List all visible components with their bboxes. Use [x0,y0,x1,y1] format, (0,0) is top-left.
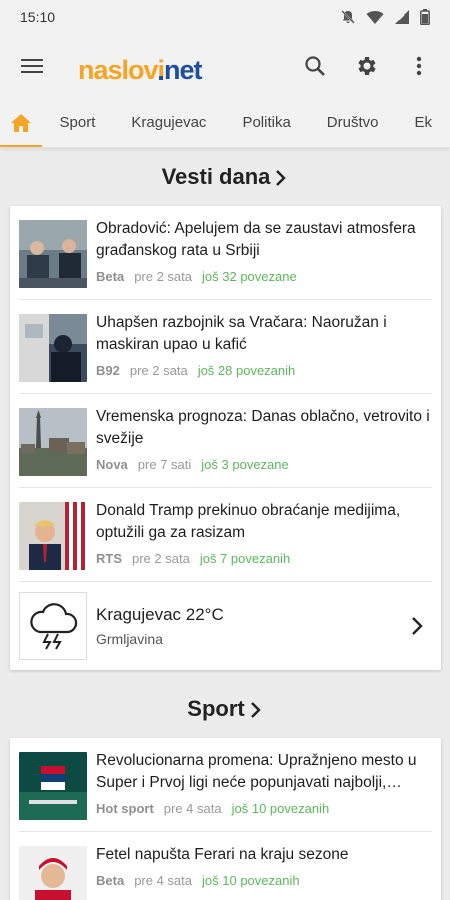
category-tabs: Sport Kragujevac Politika Društvo Ek [0,98,450,148]
news-source: B92 [96,363,120,378]
tab-sport[interactable]: Sport [42,98,114,147]
news-headline: Vremenska prognoza: Danas oblačno, vetro… [96,408,430,447]
news-thumbnail [19,314,87,382]
related-link[interactable]: još 32 povezane [202,269,297,284]
news-headline: Obradović: Apelujem da se zaustavi atmos… [96,220,416,259]
news-headline: Uhapšen razbojnik sa Vračara: Naoružan i… [96,314,387,353]
more-vert-icon [416,56,422,76]
section-header-sport[interactable]: Sport [0,680,450,738]
weather-widget[interactable]: Kragujevac 22°C Grmljavina [19,582,432,670]
logo-text-naslovi: naslovi [78,55,165,85]
news-time: pre 2 sata [129,363,188,378]
section-header-vesti-dana[interactable]: Vesti dana [0,148,450,206]
related-link[interactable]: još 10 povezanih [232,801,330,816]
overflow-menu-button[interactable] [396,43,442,89]
news-thumbnail [19,846,87,900]
news-item[interactable]: Obradović: Apelujem da se zaustavi atmos… [19,206,432,300]
related-link[interactable]: još 7 povezanih [200,551,290,566]
news-item[interactable]: Vremenska prognoza: Danas oblačno, vetro… [19,394,432,488]
weather-city-temp: Kragujevac 22°C [96,605,224,624]
news-headline: Fetel napušta Ferari na kraju sezone [96,846,349,863]
news-card-vesti-dana: Obradović: Apelujem da se zaustavi atmos… [10,206,441,670]
news-source: RTS [96,551,122,566]
menu-button[interactable] [10,44,54,88]
section-title: Vesti dana [161,164,271,189]
news-card-sport: Revolucionarna promena: Upražnjeno mesto… [10,738,441,900]
status-time: 15:10 [20,9,56,25]
news-source: Hot sport [96,801,154,816]
news-time: pre 2 sata [132,551,190,566]
settings-button[interactable] [344,43,390,89]
tab-label: Ek [414,114,432,131]
status-bar: 15:10 [0,0,450,34]
news-item[interactable]: Donald Tramp prekinuo obraćanje medijima… [19,488,432,582]
weather-description: Grmljavina [96,631,163,647]
tab-kragujevac[interactable]: Kragujevac [113,98,224,147]
signal-icon [395,10,409,24]
chevron-right-icon [276,170,287,186]
news-thumbnail [19,220,87,288]
tab-label: Politika [242,114,291,131]
gear-icon [358,57,376,75]
news-item[interactable]: Revolucionarna promena: Upražnjeno mesto… [19,738,432,832]
tab-home[interactable] [0,98,42,147]
news-source: Nova [96,457,128,472]
tab-label: Kragujevac [131,114,207,131]
tab-label: Društvo [326,114,379,131]
related-link[interactable]: još 28 povezanih [198,363,296,378]
home-icon [10,113,31,132]
tab-politika[interactable]: Politika [224,98,308,147]
news-item[interactable]: Fetel napušta Ferari na kraju sezone Bet… [19,832,432,900]
logo-text-net: net [159,55,203,85]
battery-icon [420,9,430,25]
hamburger-icon [21,59,43,73]
news-time: pre 4 sata [134,873,193,888]
tab-drustvo[interactable]: Društvo [309,98,397,147]
chevron-right-icon [250,702,261,718]
news-item[interactable]: Uhapšen razbojnik sa Vračara: Naoružan i… [19,300,432,394]
thunderstorm-icon [19,592,87,660]
news-time: pre 2 sata [134,269,193,284]
news-thumbnail [19,752,87,820]
section-title: Sport [187,696,245,721]
app-logo: naslovi net [78,46,203,86]
news-thumbnail [19,502,87,570]
news-source: Beta [96,269,125,284]
news-time: pre 4 sata [163,801,222,816]
related-link[interactable]: još 10 povezanih [202,873,300,888]
news-time: pre 7 sati [137,457,192,472]
app-bar: naslovi net [0,34,450,98]
search-icon [305,56,325,76]
search-button[interactable] [292,43,338,89]
news-source: Beta [96,873,125,888]
status-icons [340,9,430,25]
related-link[interactable]: još 3 povezane [201,457,288,472]
news-headline: Donald Tramp prekinuo obraćanje medijima… [96,502,401,541]
mute-icon [341,10,355,24]
news-headline: Revolucionarna promena: Upražnjeno mesto… [96,752,417,791]
chevron-right-icon [402,616,432,636]
tab-label: Sport [59,114,96,131]
wifi-icon [366,11,384,24]
tab-ekonomija[interactable]: Ek [396,98,450,147]
news-thumbnail [19,408,87,476]
